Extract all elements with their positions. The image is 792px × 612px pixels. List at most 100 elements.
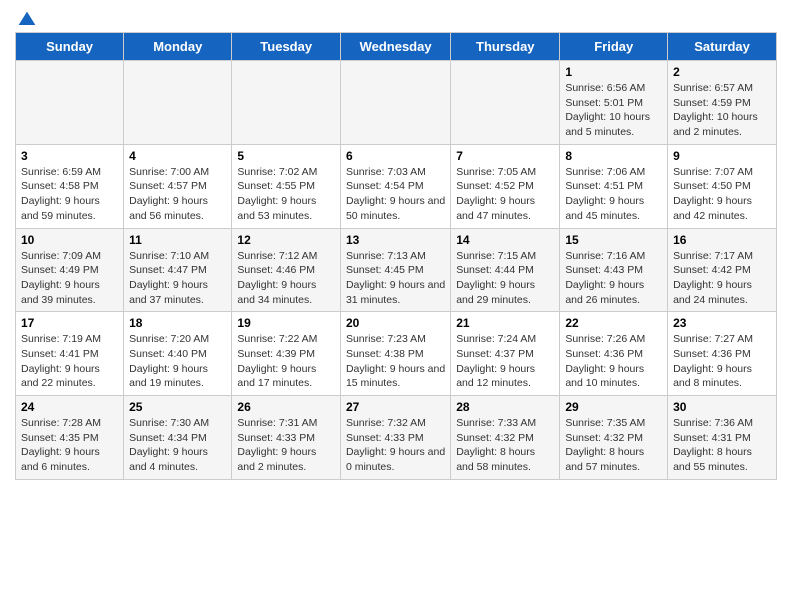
day-number: 27: [346, 400, 445, 414]
day-number: 16: [673, 233, 771, 247]
calendar-cell: 30 Sunrise: 7:36 AM Sunset: 4:31 PM Dayli…: [668, 396, 777, 480]
day-number: 13: [346, 233, 445, 247]
calendar-cell: 19 Sunrise: 7:22 AM Sunset: 4:39 PM Dayli…: [232, 312, 341, 396]
day-info: Sunrise: 7:35 AM Sunset: 4:32 PM Dayligh…: [565, 416, 662, 475]
calendar-cell: 1 Sunrise: 6:56 AM Sunset: 5:01 PM Daylig…: [560, 61, 668, 145]
day-info: Sunrise: 7:07 AM Sunset: 4:50 PM Dayligh…: [673, 165, 771, 224]
day-info: Sunrise: 7:22 AM Sunset: 4:39 PM Dayligh…: [237, 332, 335, 391]
header: [15, 10, 777, 24]
logo-icon: [17, 10, 37, 30]
day-info: Sunrise: 7:10 AM Sunset: 4:47 PM Dayligh…: [129, 249, 226, 308]
calendar-table: SundayMondayTuesdayWednesdayThursdayFrid…: [15, 32, 777, 480]
calendar-cell: 7 Sunrise: 7:05 AM Sunset: 4:52 PM Daylig…: [451, 144, 560, 228]
day-info: Sunrise: 7:36 AM Sunset: 4:31 PM Dayligh…: [673, 416, 771, 475]
day-number: 21: [456, 316, 554, 330]
day-number: 10: [21, 233, 118, 247]
day-info: Sunrise: 6:57 AM Sunset: 4:59 PM Dayligh…: [673, 81, 771, 140]
calendar-cell: 29 Sunrise: 7:35 AM Sunset: 4:32 PM Dayli…: [560, 396, 668, 480]
calendar-cell: [232, 61, 341, 145]
calendar-cell: 26 Sunrise: 7:31 AM Sunset: 4:33 PM Dayli…: [232, 396, 341, 480]
day-info: Sunrise: 7:05 AM Sunset: 4:52 PM Dayligh…: [456, 165, 554, 224]
day-info: Sunrise: 7:06 AM Sunset: 4:51 PM Dayligh…: [565, 165, 662, 224]
calendar-body: 1 Sunrise: 6:56 AM Sunset: 5:01 PM Daylig…: [16, 61, 777, 480]
day-number: 2: [673, 65, 771, 79]
day-info: Sunrise: 6:59 AM Sunset: 4:58 PM Dayligh…: [21, 165, 118, 224]
header-friday: Friday: [560, 33, 668, 61]
week-row-2: 10 Sunrise: 7:09 AM Sunset: 4:49 PM Dayli…: [16, 228, 777, 312]
header-row: SundayMondayTuesdayWednesdayThursdayFrid…: [16, 33, 777, 61]
day-info: Sunrise: 7:00 AM Sunset: 4:57 PM Dayligh…: [129, 165, 226, 224]
calendar-cell: 25Sunrise: 7:30 AM Sunset: 4:34 PM Dayli…: [124, 396, 232, 480]
header-saturday: Saturday: [668, 33, 777, 61]
calendar-cell: 15 Sunrise: 7:16 AM Sunset: 4:43 PM Dayli…: [560, 228, 668, 312]
day-number: 8: [565, 149, 662, 163]
calendar-cell: 28 Sunrise: 7:33 AM Sunset: 4:32 PM Dayli…: [451, 396, 560, 480]
week-row-0: 1 Sunrise: 6:56 AM Sunset: 5:01 PM Daylig…: [16, 61, 777, 145]
day-info: Sunrise: 7:17 AM Sunset: 4:42 PM Dayligh…: [673, 249, 771, 308]
calendar-cell: 22 Sunrise: 7:26 AM Sunset: 4:36 PM Dayli…: [560, 312, 668, 396]
day-number: 23: [673, 316, 771, 330]
week-row-4: 24Sunrise: 7:28 AM Sunset: 4:35 PM Dayli…: [16, 396, 777, 480]
calendar-cell: [16, 61, 124, 145]
logo: [15, 10, 37, 24]
day-info: Sunrise: 7:33 AM Sunset: 4:32 PM Dayligh…: [456, 416, 554, 475]
calendar-cell: 16 Sunrise: 7:17 AM Sunset: 4:42 PM Dayli…: [668, 228, 777, 312]
day-number: 22: [565, 316, 662, 330]
day-number: 14: [456, 233, 554, 247]
calendar-cell: [340, 61, 450, 145]
day-number: 20: [346, 316, 445, 330]
calendar-cell: 12Sunrise: 7:12 AM Sunset: 4:46 PM Dayli…: [232, 228, 341, 312]
day-number: 9: [673, 149, 771, 163]
day-info: Sunrise: 7:32 AM Sunset: 4:33 PM Dayligh…: [346, 416, 445, 475]
calendar-cell: 17 Sunrise: 7:19 AM Sunset: 4:41 PM Dayli…: [16, 312, 124, 396]
day-info: Sunrise: 7:13 AM Sunset: 4:45 PM Dayligh…: [346, 249, 445, 308]
calendar-cell: 20 Sunrise: 7:23 AM Sunset: 4:38 PM Dayli…: [340, 312, 450, 396]
header-monday: Monday: [124, 33, 232, 61]
day-number: 1: [565, 65, 662, 79]
calendar-cell: 21Sunrise: 7:24 AM Sunset: 4:37 PM Dayli…: [451, 312, 560, 396]
calendar-cell: 14 Sunrise: 7:15 AM Sunset: 4:44 PM Dayli…: [451, 228, 560, 312]
day-info: Sunrise: 7:20 AM Sunset: 4:40 PM Dayligh…: [129, 332, 226, 391]
calendar-cell: 5 Sunrise: 7:02 AM Sunset: 4:55 PM Daylig…: [232, 144, 341, 228]
day-number: 17: [21, 316, 118, 330]
calendar-cell: 23 Sunrise: 7:27 AM Sunset: 4:36 PM Dayli…: [668, 312, 777, 396]
day-info: Sunrise: 7:23 AM Sunset: 4:38 PM Dayligh…: [346, 332, 445, 391]
calendar-cell: 27 Sunrise: 7:32 AM Sunset: 4:33 PM Dayli…: [340, 396, 450, 480]
day-info: Sunrise: 7:26 AM Sunset: 4:36 PM Dayligh…: [565, 332, 662, 391]
calendar-cell: 9 Sunrise: 7:07 AM Sunset: 4:50 PM Daylig…: [668, 144, 777, 228]
day-info: Sunrise: 7:28 AM Sunset: 4:35 PM Dayligh…: [21, 416, 118, 475]
day-number: 7: [456, 149, 554, 163]
calendar-cell: 24Sunrise: 7:28 AM Sunset: 4:35 PM Dayli…: [16, 396, 124, 480]
day-info: Sunrise: 7:02 AM Sunset: 4:55 PM Dayligh…: [237, 165, 335, 224]
calendar-cell: 6Sunrise: 7:03 AM Sunset: 4:54 PM Daylig…: [340, 144, 450, 228]
day-number: 29: [565, 400, 662, 414]
day-number: 30: [673, 400, 771, 414]
header-sunday: Sunday: [16, 33, 124, 61]
day-number: 18: [129, 316, 226, 330]
day-number: 25: [129, 400, 226, 414]
day-number: 28: [456, 400, 554, 414]
header-thursday: Thursday: [451, 33, 560, 61]
day-number: 19: [237, 316, 335, 330]
day-info: Sunrise: 6:56 AM Sunset: 5:01 PM Dayligh…: [565, 81, 662, 140]
day-info: Sunrise: 7:27 AM Sunset: 4:36 PM Dayligh…: [673, 332, 771, 391]
calendar-cell: 4Sunrise: 7:00 AM Sunset: 4:57 PM Daylig…: [124, 144, 232, 228]
header-wednesday: Wednesday: [340, 33, 450, 61]
day-info: Sunrise: 7:19 AM Sunset: 4:41 PM Dayligh…: [21, 332, 118, 391]
day-number: 26: [237, 400, 335, 414]
day-info: Sunrise: 7:15 AM Sunset: 4:44 PM Dayligh…: [456, 249, 554, 308]
day-info: Sunrise: 7:31 AM Sunset: 4:33 PM Dayligh…: [237, 416, 335, 475]
calendar-cell: 3Sunrise: 6:59 AM Sunset: 4:58 PM Daylig…: [16, 144, 124, 228]
day-number: 5: [237, 149, 335, 163]
day-info: Sunrise: 7:16 AM Sunset: 4:43 PM Dayligh…: [565, 249, 662, 308]
day-info: Sunrise: 7:12 AM Sunset: 4:46 PM Dayligh…: [237, 249, 335, 308]
day-number: 11: [129, 233, 226, 247]
day-number: 6: [346, 149, 445, 163]
week-row-1: 3Sunrise: 6:59 AM Sunset: 4:58 PM Daylig…: [16, 144, 777, 228]
calendar-cell: [451, 61, 560, 145]
day-info: Sunrise: 7:09 AM Sunset: 4:49 PM Dayligh…: [21, 249, 118, 308]
calendar-cell: 2 Sunrise: 6:57 AM Sunset: 4:59 PM Daylig…: [668, 61, 777, 145]
calendar-cell: 13 Sunrise: 7:13 AM Sunset: 4:45 PM Dayli…: [340, 228, 450, 312]
calendar-cell: 8 Sunrise: 7:06 AM Sunset: 4:51 PM Daylig…: [560, 144, 668, 228]
day-number: 15: [565, 233, 662, 247]
